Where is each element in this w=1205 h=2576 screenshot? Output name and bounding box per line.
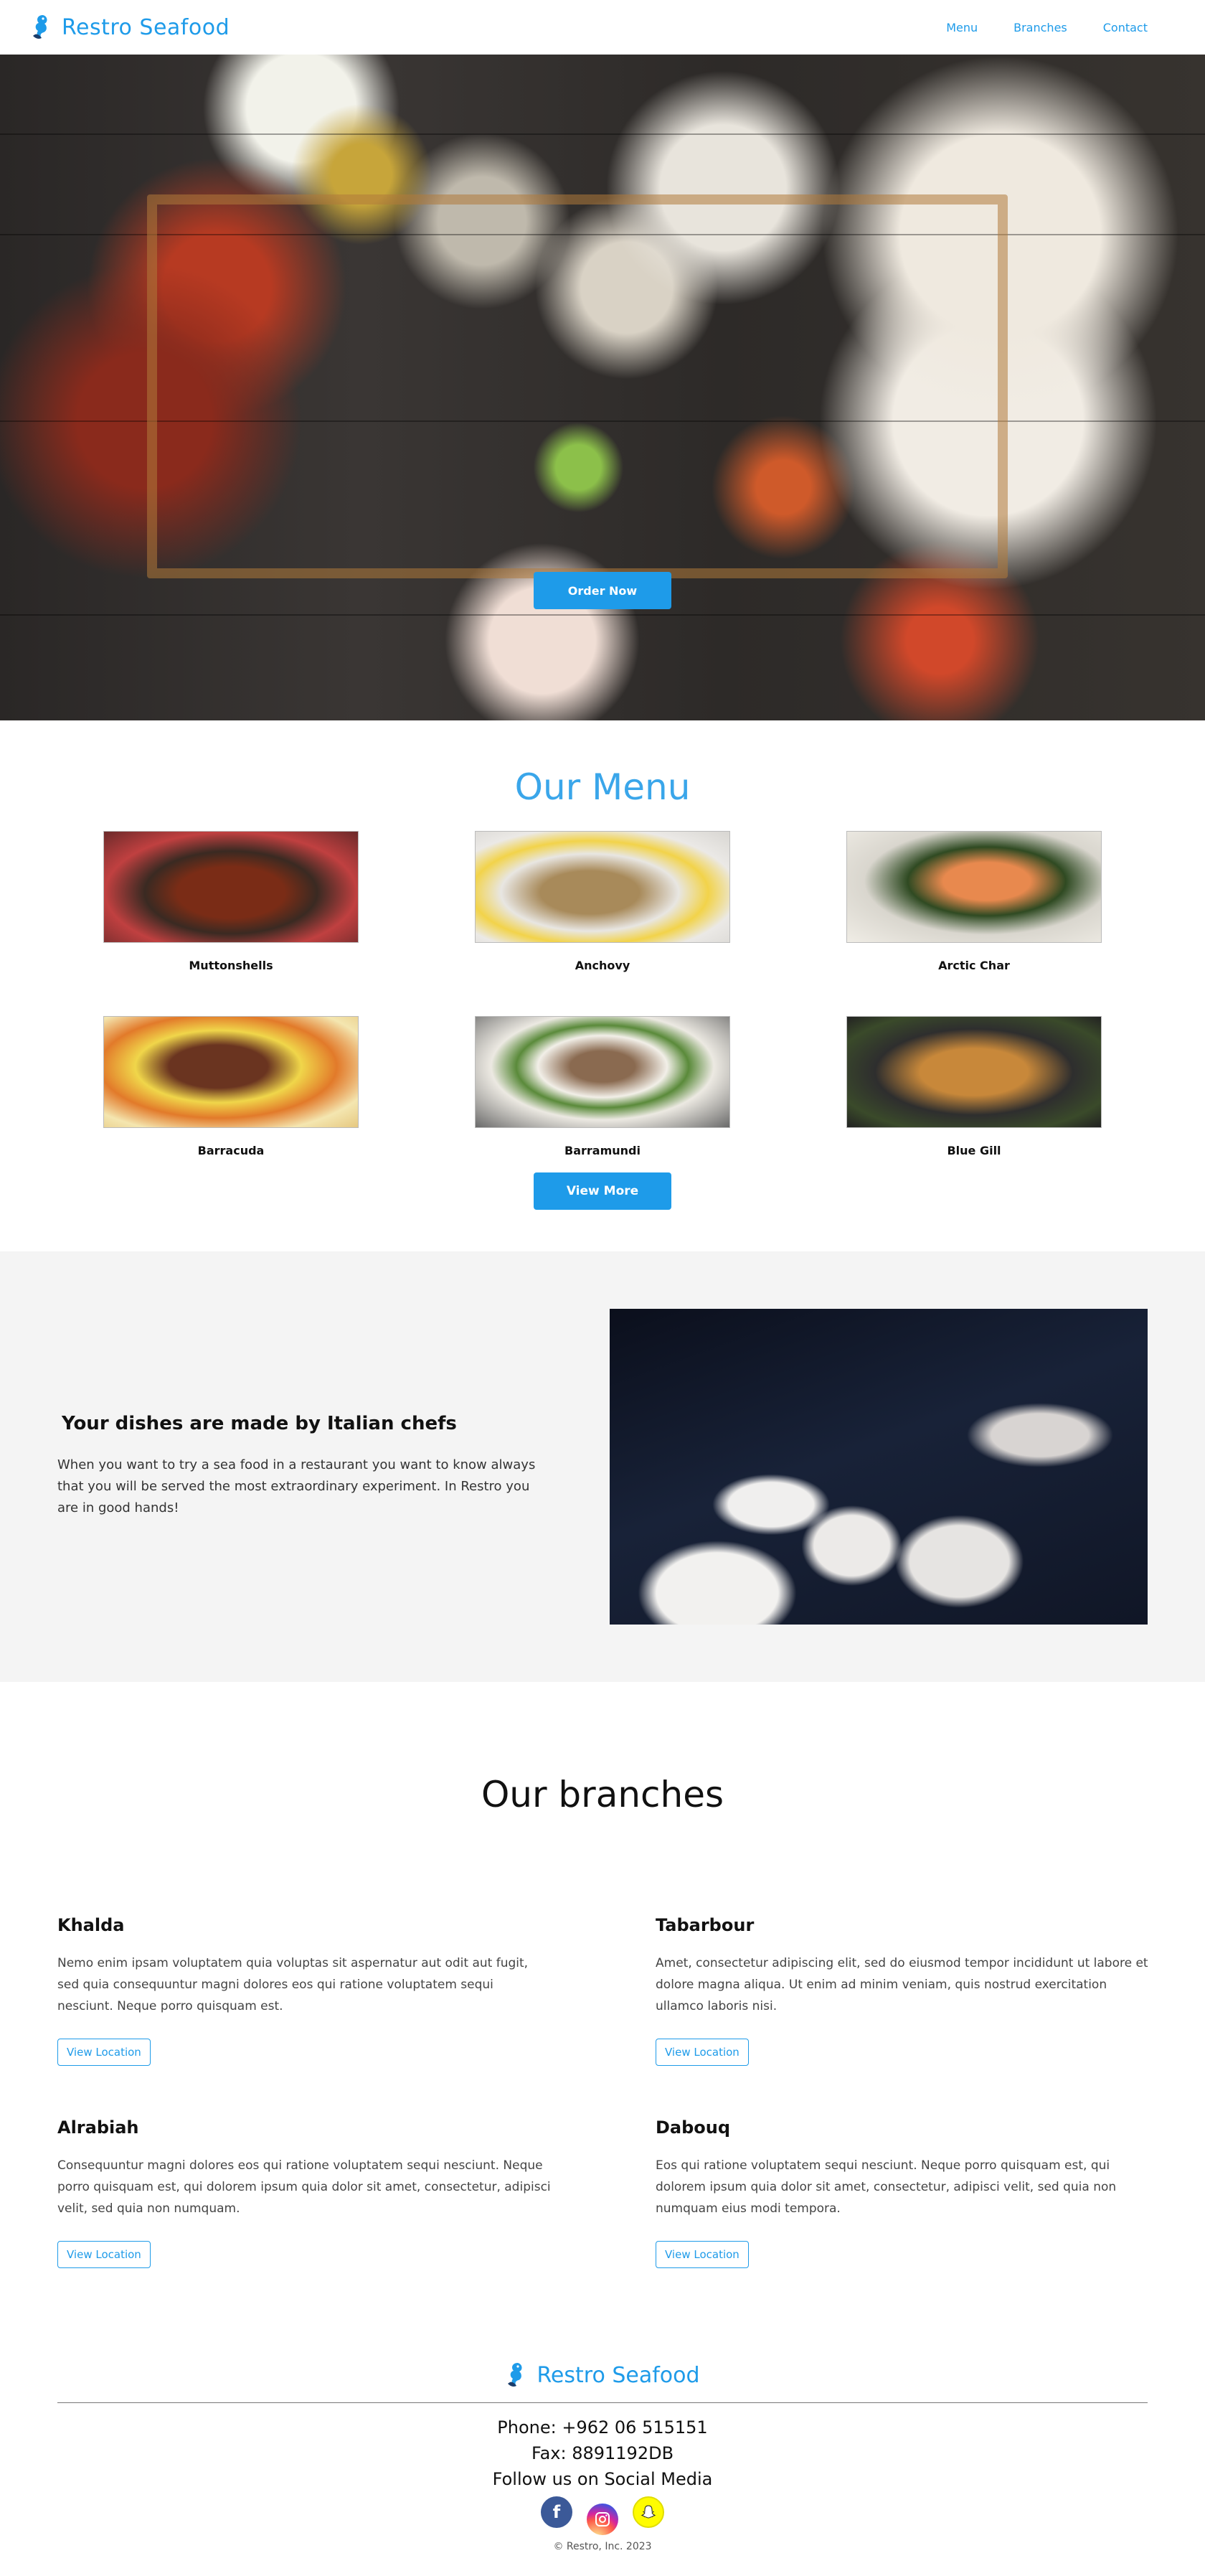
- footer-fax: Fax: 8891192DB: [531, 2443, 674, 2463]
- wood-plank-line: [0, 614, 1205, 616]
- dish-name: Blue Gill: [947, 1144, 1001, 1157]
- footer-follow: Follow us on Social Media: [492, 2469, 713, 2489]
- view-location-button[interactable]: View Location: [57, 2039, 151, 2066]
- order-now-button[interactable]: Order Now: [534, 572, 671, 609]
- branch-card: Alrabiah Consequuntur magni dolores eos …: [57, 2117, 552, 2268]
- dish-image: [846, 831, 1102, 943]
- chef-plating-image: [610, 1309, 1148, 1625]
- menu-item[interactable]: Anchovy: [475, 831, 730, 1016]
- menu-item[interactable]: Arctic Char: [846, 831, 1102, 1016]
- site-header: Restro Seafood Menu Branches Contact: [0, 0, 1205, 55]
- chefs-title: Your dishes are made by Italian chefs: [62, 1413, 457, 1434]
- seafood-platter-board: [147, 194, 1008, 578]
- dish-image: [103, 831, 359, 943]
- dish-image: [846, 1016, 1102, 1128]
- dish-image: [475, 831, 730, 943]
- seahorse-icon: [508, 2363, 522, 2387]
- menu-title: Our Menu: [514, 766, 691, 808]
- view-location-button[interactable]: View Location: [656, 2039, 749, 2066]
- wood-plank-line: [0, 133, 1205, 135]
- branch-name: Khalda: [57, 1915, 125, 1935]
- menu-item[interactable]: Muttonshells: [103, 831, 359, 1016]
- seahorse-icon: [33, 15, 47, 39]
- branch-description: Nemo enim ipsam voluptatem quia voluptas…: [57, 1956, 529, 2013]
- nav-branches[interactable]: Branches: [1013, 21, 1067, 34]
- dish-image: [103, 1016, 359, 1128]
- menu-grid: Muttonshells Anchovy Arctic Char Barracu…: [0, 831, 1205, 1201]
- nav-contact[interactable]: Contact: [1103, 21, 1148, 34]
- branches-section: Our branches Khalda Nemo enim ipsam volu…: [0, 1682, 1205, 2371]
- facebook-icon[interactable]: f: [541, 2496, 572, 2528]
- brand-logo[interactable]: Restro Seafood: [30, 13, 230, 42]
- main-nav: Menu Branches Contact: [946, 21, 1148, 34]
- menu-section: Our Menu Muttonshells Anchovy Arctic Cha…: [0, 720, 1205, 1251]
- view-location-button[interactable]: View Location: [656, 2241, 749, 2268]
- site-footer: Restro Seafood Phone: +962 06 515151 Fax…: [0, 2361, 1205, 2576]
- nav-menu[interactable]: Menu: [946, 21, 978, 34]
- dish-name: Anchovy: [575, 959, 630, 972]
- footer-divider: [57, 2402, 1148, 2403]
- chefs-section: Your dishes are made by Italian chefs Wh…: [0, 1251, 1205, 1682]
- footer-phone: Phone: +962 06 515151: [497, 2417, 708, 2438]
- branch-description: Amet, consectetur adipiscing elit, sed d…: [656, 1956, 1148, 2013]
- copyright: © Restro, Inc. 2023: [553, 2541, 652, 2552]
- dish-name: Arctic Char: [938, 959, 1010, 972]
- branch-card: Khalda Nemo enim ipsam voluptatem quia v…: [57, 1915, 552, 2066]
- branch-card: Tabarbour Amet, consectetur adipiscing e…: [656, 1915, 1150, 2066]
- dish-name: Barramundi: [564, 1144, 641, 1157]
- branch-name: Tabarbour: [656, 1915, 755, 1935]
- view-location-button[interactable]: View Location: [57, 2241, 151, 2268]
- hero-banner: Order Now: [0, 55, 1205, 720]
- brand-name: Restro Seafood: [62, 14, 230, 40]
- menu-item[interactable]: Barracuda: [103, 1016, 359, 1201]
- branch-name: Dabouq: [656, 2117, 731, 2138]
- branches-title: Our branches: [481, 1774, 724, 1815]
- footer-brand[interactable]: Restro Seafood: [505, 2361, 700, 2389]
- footer-brand-name: Restro Seafood: [537, 2362, 700, 2388]
- view-more-button[interactable]: View More: [534, 1172, 671, 1210]
- instagram-glyph: [595, 2512, 610, 2526]
- branch-description: Consequuntur magni dolores eos qui ratio…: [57, 2158, 551, 2216]
- instagram-icon[interactable]: [587, 2504, 618, 2535]
- menu-item[interactable]: Blue Gill: [846, 1016, 1102, 1201]
- branch-description: Eos qui ratione voluptatem sequi nesciun…: [656, 2158, 1117, 2216]
- dish-name: Muttonshells: [189, 959, 273, 972]
- social-links: f: [0, 2496, 1205, 2535]
- branch-card: Dabouq Eos qui ratione voluptatem sequi …: [656, 2117, 1150, 2268]
- dish-image: [475, 1016, 730, 1128]
- chefs-description: When you want to try a sea food in a res…: [57, 1457, 536, 1515]
- snapchat-icon[interactable]: [633, 2496, 664, 2528]
- snapchat-glyph: [641, 2505, 656, 2519]
- branch-name: Alrabiah: [57, 2117, 139, 2138]
- dish-name: Barracuda: [197, 1144, 265, 1157]
